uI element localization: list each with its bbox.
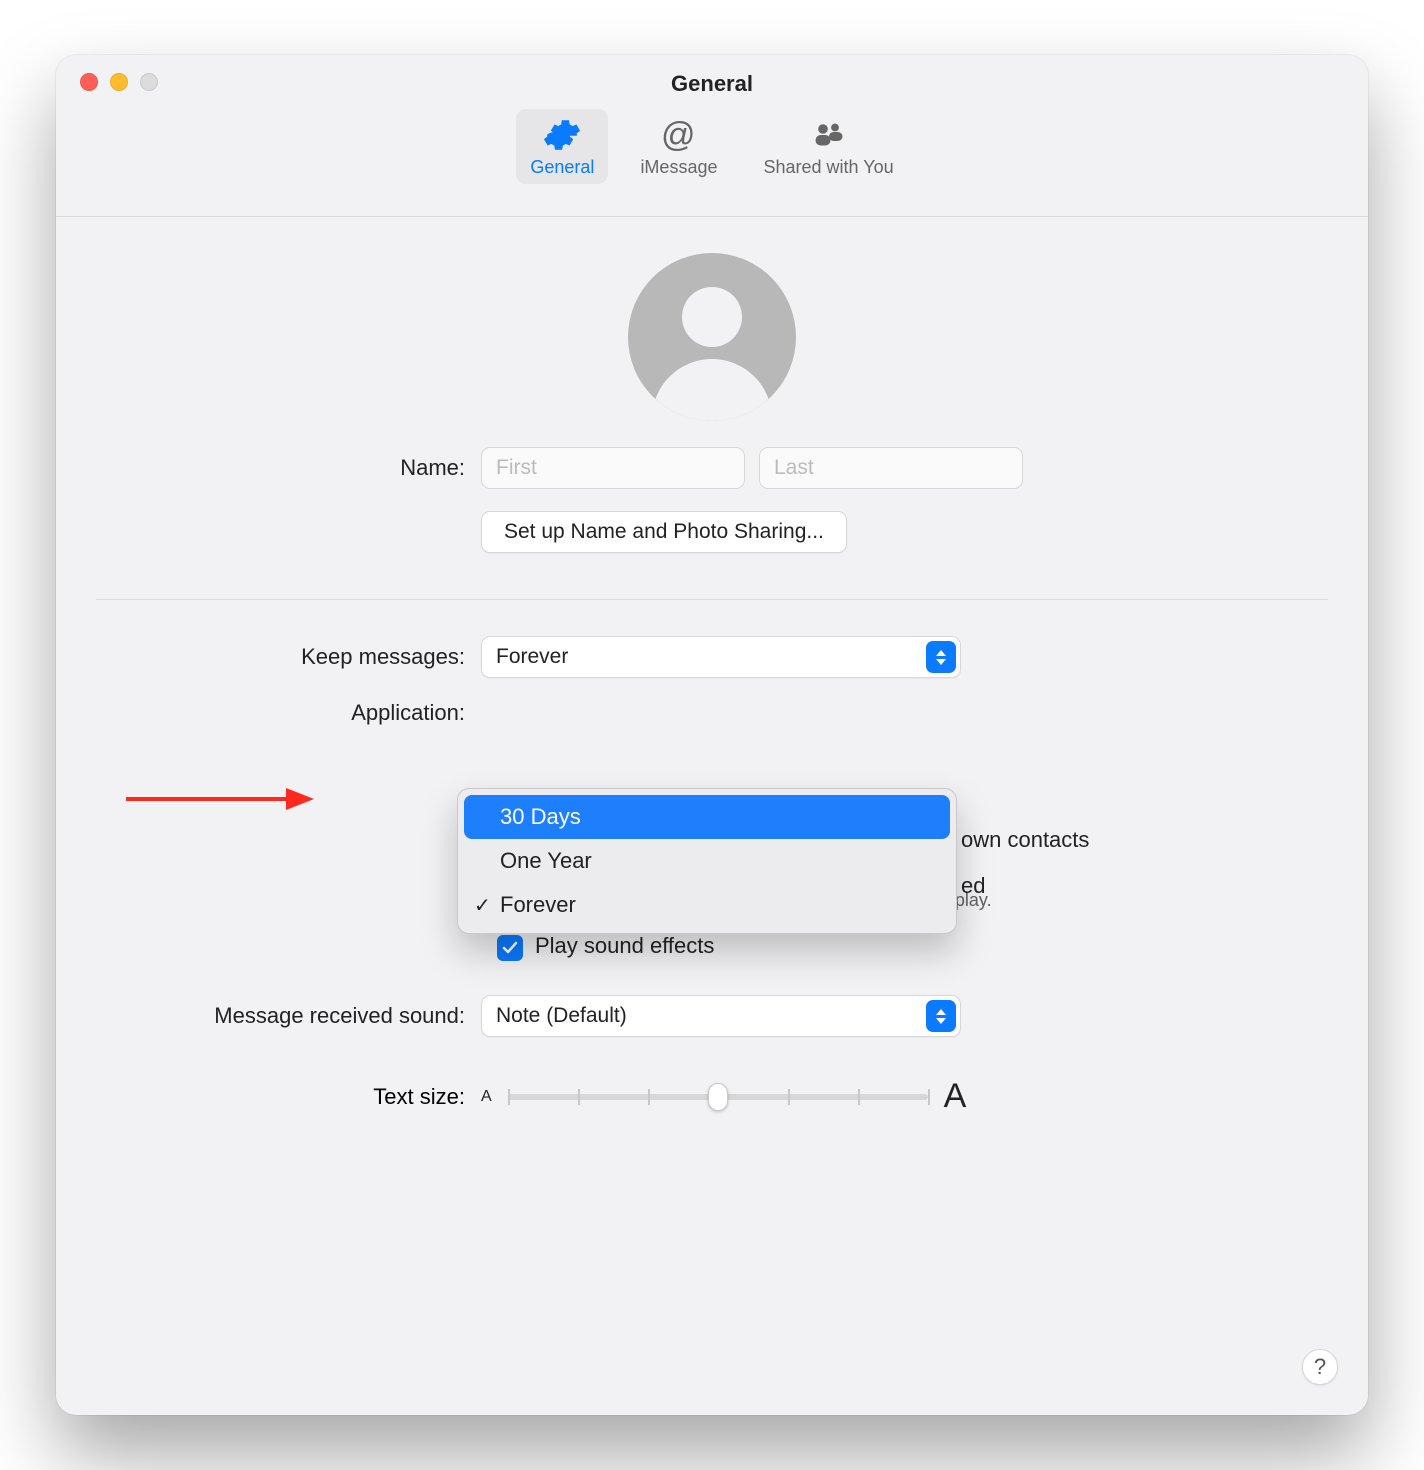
keep-messages-menu: 30 Days One Year ✓ Forever <box>457 788 957 934</box>
text-size-slider[interactable] <box>508 1094 928 1100</box>
keep-messages-select[interactable]: Forever <box>481 636 961 678</box>
gear-icon <box>544 117 580 153</box>
check-icon <box>502 940 518 956</box>
window-title: General <box>56 71 1368 97</box>
tab-general[interactable]: General <box>516 109 608 184</box>
check-icon: ✓ <box>474 893 491 918</box>
at-icon: @ <box>661 117 697 153</box>
keep-messages-option[interactable]: ✓ Forever <box>464 883 950 927</box>
tab-shared-with-you[interactable]: Shared with You <box>749 109 907 184</box>
tab-label: General <box>530 157 594 178</box>
stepper-icon <box>926 1000 956 1032</box>
slider-tick <box>578 1089 580 1105</box>
slider-tick <box>648 1089 650 1105</box>
annotation-arrow-icon <box>126 782 316 816</box>
people-icon <box>811 117 847 153</box>
slider-tick <box>508 1089 510 1105</box>
tab-label: Shared with You <box>763 157 893 178</box>
menu-option-label: Forever <box>500 892 576 918</box>
name-label: Name: <box>96 455 481 481</box>
menu-option-label: One Year <box>500 848 592 874</box>
message-sound-select[interactable]: Note (Default) <box>481 995 961 1037</box>
text-size-max-icon: A <box>944 1077 967 1116</box>
obscured-text-fragment: own contacts <box>961 827 1089 853</box>
help-button[interactable]: ? <box>1302 1349 1338 1385</box>
avatar-placeholder-icon <box>682 287 742 347</box>
slider-tick <box>858 1089 860 1105</box>
window-controls <box>80 73 158 91</box>
keep-messages-option[interactable]: One Year <box>464 839 950 883</box>
preferences-toolbar: General @ iMessage Shared with You <box>56 105 1368 217</box>
close-window-button[interactable] <box>80 73 98 91</box>
keep-messages-value: Forever <box>496 645 568 669</box>
setup-name-photo-button[interactable]: Set up Name and Photo Sharing... <box>481 511 847 553</box>
message-sound-value: Note (Default) <box>496 1004 627 1028</box>
last-name-input[interactable]: Last <box>759 447 1023 489</box>
keep-messages-label: Keep messages: <box>96 644 481 670</box>
slider-tick <box>788 1089 790 1105</box>
application-label: Application: <box>96 700 481 726</box>
titlebar: General <box>56 55 1368 105</box>
preferences-window: General General @ iMessage Shared with Y… <box>56 55 1368 1415</box>
zoom-window-button[interactable] <box>140 73 158 91</box>
play-sound-effects-label: Play sound effects <box>535 933 714 959</box>
avatar[interactable] <box>628 253 796 421</box>
section-divider <box>96 599 1328 600</box>
text-size-label: Text size: <box>96 1084 481 1110</box>
keep-messages-option[interactable]: 30 Days <box>464 795 950 839</box>
content-area: Name: First Last Set up Name and Photo S… <box>56 217 1368 1146</box>
minimize-window-button[interactable] <box>110 73 128 91</box>
text-size-min-icon: A <box>481 1088 492 1106</box>
tab-label: iMessage <box>640 157 717 178</box>
obscured-text-fragment: ed <box>961 873 985 899</box>
play-sound-effects-checkbox[interactable] <box>497 935 523 961</box>
slider-tick <box>928 1089 930 1105</box>
tab-imessage[interactable]: @ iMessage <box>626 109 731 184</box>
menu-option-label: 30 Days <box>500 804 581 830</box>
first-name-input[interactable]: First <box>481 447 745 489</box>
stepper-icon <box>926 641 956 673</box>
message-sound-label: Message received sound: <box>96 1003 481 1029</box>
slider-knob[interactable] <box>708 1083 728 1111</box>
avatar-placeholder-icon <box>652 359 772 421</box>
